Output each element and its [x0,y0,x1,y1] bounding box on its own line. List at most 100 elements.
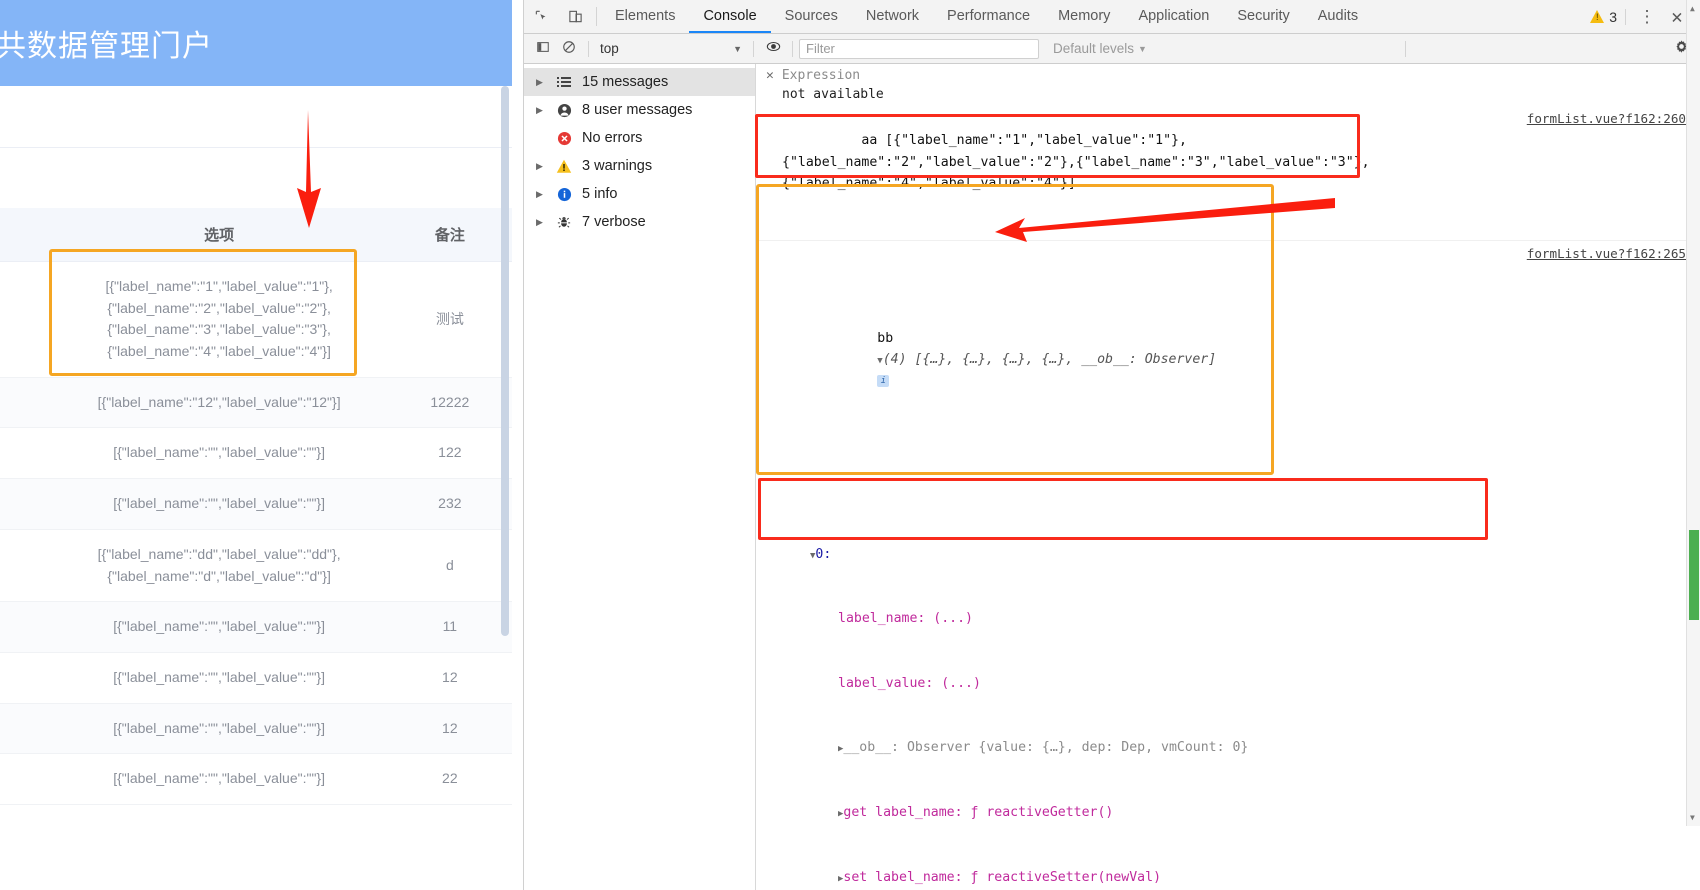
row-select-cell[interactable] [0,529,51,603]
source-link-aa[interactable]: formList.vue?f162:260 [1527,109,1686,129]
tab-audits[interactable]: Audits [1304,0,1372,33]
row-select-cell[interactable] [0,753,51,805]
row-select-cell[interactable] [0,427,51,480]
page-scrollbar-thumb[interactable] [501,86,509,636]
filterbar-divider-3 [792,40,793,57]
log-levels-select[interactable]: Default levels ▼ [1053,41,1147,56]
sidebar-item-messages[interactable]: ▶ 15 messages [524,68,755,96]
sidebar-item-info[interactable]: ▶ 5 info [524,180,755,208]
bb-tree-line[interactable]: ▶__ob__: Observer {value: {…}, dep: Dep,… [782,737,1700,759]
console-log-bb[interactable]: bb ▼ (4) [{…}, {…}, {…}, {…}, __ob__: Obs… [756,241,1700,890]
table-row[interactable]: [{"label_name":"","label_value":""}] 122 [0,427,512,480]
table-row[interactable]: [{"label_name":"","label_value":""}] 11 [0,601,512,653]
row-note-cell: 232 [387,478,512,530]
info-icon [554,187,574,202]
row-select-cell[interactable] [0,652,51,704]
sidebar-item-label: 15 messages [582,74,669,90]
clear-console-icon[interactable] [556,40,582,58]
warning-count-value: 3 [1609,8,1617,25]
toggle-device-toolbar-icon[interactable] [558,0,592,33]
close-icon[interactable]: ✕ [766,68,774,83]
console-filter-input[interactable]: Filter [799,38,1039,59]
tab-sources[interactable]: Sources [771,0,852,33]
console-output: ✕ Expression not available aa [{"label_n… [756,64,1700,890]
console-log-bb-summary: (4) [{…}, {…}, {…}, {…}, __ob__: Observe… [882,352,1217,368]
toggle-console-sidebar-icon[interactable] [530,40,556,58]
row-select-cell[interactable] [0,261,51,378]
sidebar-item-verbose[interactable]: ▶ 7 verbose [524,208,755,236]
warning-icon [554,159,574,174]
console-scrollbar[interactable]: ▲ ▼ [1686,0,1700,826]
tab-performance[interactable]: Performance [933,0,1044,33]
table-row[interactable]: [{"label_name":"dd","label_value":"dd"},… [0,529,512,603]
page-scrollbar[interactable] [501,86,509,890]
row-note-cell: 测试 [387,261,512,378]
execution-context-value: top [600,41,619,56]
live-expression-header: ✕ Expression [756,64,1700,85]
sidebar-item-label: No errors [582,130,643,146]
table-row[interactable]: [{"label_name":"","label_value":""}] 12 [0,703,512,755]
console-main: ▶ 15 messages ▶ 8 user messages ▶ [524,0,1700,890]
row-note-cell: 22 [387,753,512,805]
row-option-cell: [{"label_name":"12","label_value":"12"}] [50,377,388,429]
row-note-cell: 12 [387,652,512,704]
sidebar-item-label: 7 verbose [582,214,646,230]
scroll-down-arrow-icon[interactable]: ▼ [1690,813,1695,822]
more-options-icon[interactable]: ⋮ [1634,7,1660,27]
red-arrow-bb [995,198,1335,242]
sidebar-item-warnings[interactable]: ▶ 3 warnings [524,152,755,180]
row-select-cell[interactable] [0,601,51,653]
toolbar-divider [596,7,597,26]
inspect-element-icon[interactable] [524,0,558,33]
tab-security[interactable]: Security [1223,0,1303,33]
source-link-bb[interactable]: formList.vue?f162:265 [1527,244,1686,264]
live-expression-value: not available [782,87,884,102]
list-icon [554,76,574,88]
bb-tree-line[interactable]: label_name: (...) [782,608,1700,630]
options-table: 选项 备注 [{"label_name":"1","label_value":"… [0,208,512,805]
table-row[interactable]: [{"label_name":"12","label_value":"12"}]… [0,377,512,429]
row-select-cell[interactable] [0,478,51,530]
row-select-cell[interactable] [0,377,51,429]
expand-triangle-icon[interactable]: ▶ [536,189,546,200]
page-title: 共数据管理门户 [0,30,213,63]
row-option-cell: [{"label_name":"1","label_value":"1"}, {… [50,261,388,378]
sidebar-item-user-messages[interactable]: ▶ 8 user messages [524,96,755,124]
row-option-cell: [{"label_name":"","label_value":""}] [50,478,388,530]
bb-line-text: label_value: (...) [838,675,981,691]
scroll-up-arrow-icon[interactable]: ▲ [1690,4,1695,13]
table-row[interactable]: [{"label_name":"","label_value":""}] 232 [0,478,512,530]
bb-tree-line[interactable]: ▼0: [782,544,1700,566]
table-row[interactable]: [{"label_name":"1","label_value":"1"}, {… [0,261,512,378]
info-badge-icon[interactable]: i [877,374,890,387]
tab-elements[interactable]: Elements [601,0,689,33]
bb-tree-line[interactable]: label_value: (...) [782,673,1700,695]
devtools-tablist: Elements Console Sources Network Perform… [601,0,1372,33]
expand-triangle-icon[interactable]: ▶ [536,161,546,172]
tab-application[interactable]: Application [1124,0,1223,33]
page-body: 选项 备注 [{"label_name":"1","label_value":"… [0,86,512,805]
tab-network[interactable]: Network [852,0,933,33]
bb-tree-line[interactable]: ▶set label_name: ƒ reactiveSetter(newVal… [782,867,1700,889]
expand-triangle-icon[interactable]: ▶ [536,105,546,116]
row-option-cell: [{"label_name":"","label_value":""}] [50,601,388,653]
bb-tree-line[interactable]: ▶get label_name: ƒ reactiveGetter() [782,802,1700,824]
row-note-cell: 12222 [387,377,512,429]
expand-triangle-icon[interactable]: ▶ [536,217,546,228]
live-expression-eye-icon[interactable] [760,39,786,58]
table-row[interactable]: [{"label_name":"","label_value":""}] 12 [0,652,512,704]
console-log-bb-header: bb ▼(4) [{…}, {…}, {…}, {…}, __ob__: Obs… [782,306,1700,413]
warning-count-indicator[interactable]: 3 [1590,8,1626,25]
tab-console[interactable]: Console [689,0,771,33]
execution-context-select[interactable]: top ▼ [595,39,747,59]
table-row[interactable]: [{"label_name":"","label_value":""}] 22 [0,753,512,805]
row-select-cell[interactable] [0,703,51,755]
tab-memory[interactable]: Memory [1044,0,1124,33]
console-scrollbar-thumb[interactable] [1689,530,1699,620]
expand-triangle-icon[interactable]: ▶ [536,77,546,88]
web-page-panel: 共数据管理门户 选项 备注 [{"label_name":"1","label_… [0,0,512,890]
row-note-cell: 122 [387,427,512,480]
table-head: 选项 备注 [0,208,512,262]
live-expression-title: Expression [781,68,861,83]
sidebar-item-errors[interactable]: ▶ No errors [524,124,755,152]
